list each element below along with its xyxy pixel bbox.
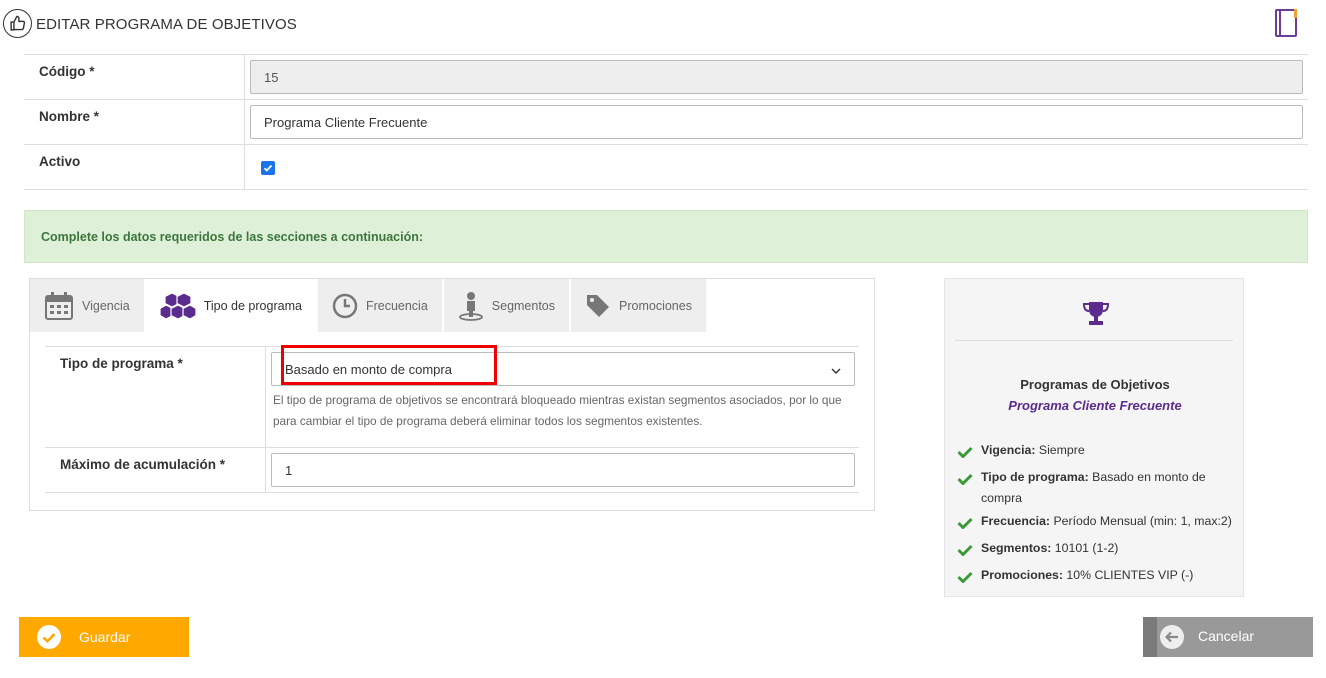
tab-label: Vigencia: [82, 298, 130, 313]
program-form: Código * 15 Nombre * Programa Cliente Fr…: [24, 54, 1308, 190]
summary-key: Vigencia:: [981, 443, 1036, 457]
summary-program-name: Programa Cliente Frecuente: [1008, 398, 1182, 413]
nombre-field[interactable]: Programa Cliente Frecuente: [250, 105, 1303, 139]
maximo-row: Máximo de acumulación * 1: [45, 447, 859, 493]
codigo-label: Código *: [24, 55, 245, 99]
check-circle-icon: [37, 625, 61, 649]
person-pin-icon: [458, 291, 484, 321]
activo-checkbox[interactable]: [261, 161, 275, 175]
summary-item-promociones: Promociones: 10% CLIENTES VIP (-): [957, 565, 1242, 590]
nombre-row: Nombre * Programa Cliente Frecuente: [24, 100, 1308, 145]
activo-row: Activo: [24, 145, 1308, 190]
tab-content-tipo: Tipo de programa * Basado en monto de co…: [45, 345, 859, 493]
codigo-row: Código * 15: [24, 55, 1308, 100]
tab-vigencia[interactable]: Vigencia: [30, 279, 146, 332]
tabs-panel: Vigencia Tipo de programa Frecuencia Seg…: [29, 278, 875, 511]
summary-list: Vigencia: Siempre Tipo de programa: Basa…: [957, 440, 1242, 592]
summary-key: Segmentos:: [981, 541, 1052, 555]
summary-item-tipo: Tipo de programa: Basado en monto de com…: [957, 467, 1242, 509]
summary-key: Frecuencia:: [981, 514, 1051, 528]
nombre-label: Nombre *: [24, 100, 245, 144]
tab-label: Tipo de programa: [203, 298, 302, 313]
summary-key: Tipo de programa:: [981, 470, 1089, 484]
tipo-row: Tipo de programa * Basado en monto de co…: [45, 345, 859, 447]
summary-value: 10101 (1-2): [1051, 541, 1119, 555]
tab-label: Promociones: [619, 298, 692, 313]
summary-item-frecuencia: Frecuencia: Período Mensual (min: 1, max…: [957, 511, 1242, 536]
summary-title: Programas de Objetivos: [1020, 377, 1170, 392]
tipo-help-text: El tipo de programa de objetivos se enco…: [273, 393, 842, 428]
maximo-field[interactable]: 1: [271, 453, 855, 487]
divider: [955, 340, 1233, 341]
tipo-label: Tipo de programa *: [45, 347, 266, 447]
tab-promociones[interactable]: Promociones: [571, 279, 708, 332]
check-icon: [957, 511, 981, 536]
trophy-icon: [1082, 301, 1110, 330]
info-alert: Complete los datos requeridos de las sec…: [24, 210, 1308, 263]
thumbs-up-icon: [3, 9, 32, 38]
cancel-button[interactable]: Cancelar: [1143, 617, 1313, 657]
book-icon[interactable]: [1274, 8, 1300, 38]
calendar-icon: [44, 291, 74, 321]
summary-value: Siempre: [1035, 443, 1085, 457]
chevron-down-icon: [831, 362, 841, 377]
check-icon: [957, 538, 981, 563]
check-icon: [957, 565, 981, 590]
tag-icon: [585, 293, 611, 319]
save-button-label: Guardar: [79, 629, 131, 645]
check-icon: [957, 467, 981, 509]
save-button[interactable]: Guardar: [19, 617, 189, 657]
activo-label: Activo: [24, 145, 245, 189]
tab-tipo-de-programa[interactable]: Tipo de programa: [145, 279, 318, 332]
codigo-field: 15: [250, 60, 1303, 94]
check-icon: [957, 440, 981, 465]
tab-label: Frecuencia: [365, 298, 428, 313]
cancel-accent: [1143, 617, 1157, 657]
tab-label: Segmentos: [491, 298, 556, 313]
summary-item-segmentos: Segmentos: 10101 (1-2): [957, 538, 1242, 563]
summary-value: 10% CLIENTES VIP (-): [1063, 568, 1194, 582]
summary-panel: Programas de Objetivos Programa Cliente …: [944, 278, 1244, 597]
clock-icon: [332, 293, 358, 319]
arrow-left-icon: [1160, 625, 1184, 649]
tab-segmentos[interactable]: Segmentos: [443, 279, 572, 332]
page-title: EDITAR PROGRAMA DE OBJETIVOS: [36, 16, 297, 33]
tab-bar: Vigencia Tipo de programa Frecuencia Seg…: [30, 279, 708, 332]
tipo-select-value: Basado en monto de compra: [285, 361, 452, 377]
summary-key: Promociones:: [981, 568, 1063, 582]
cancel-button-label: Cancelar: [1198, 628, 1255, 644]
maximo-label: Máximo de acumulación *: [45, 448, 266, 492]
summary-value: Período Mensual (min: 1, max:2): [1050, 514, 1232, 528]
summary-item-vigencia: Vigencia: Siempre: [957, 440, 1242, 465]
page-header: EDITAR PROGRAMA DE OBJETIVOS: [0, 0, 1326, 50]
tab-frecuencia[interactable]: Frecuencia: [317, 279, 444, 332]
tipo-select[interactable]: Basado en monto de compra: [271, 352, 855, 386]
cubes-icon: [159, 291, 196, 321]
